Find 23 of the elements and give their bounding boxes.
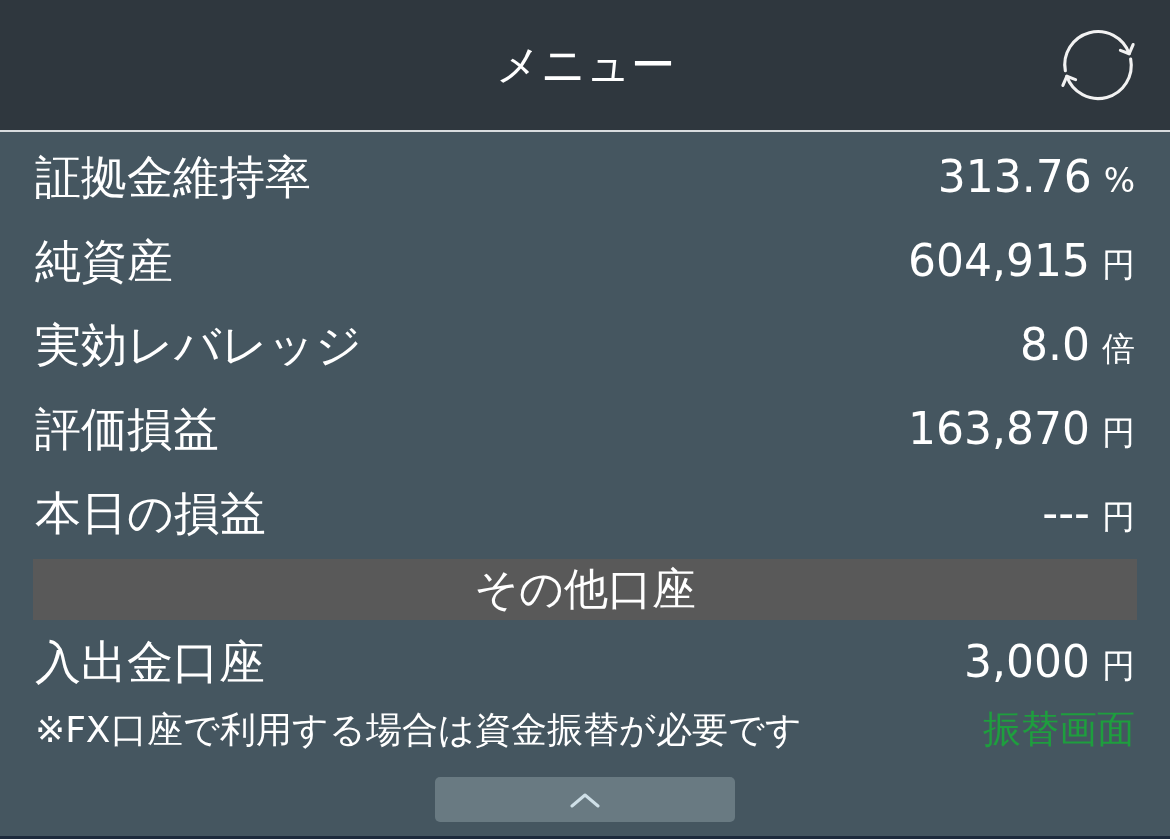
metric-value: 3,000 — [964, 636, 1090, 688]
transfer-link[interactable]: 振替画面 — [983, 707, 1135, 753]
metric-unit: 円 — [1102, 646, 1135, 685]
note-text: ※FX口座で利用する場合は資金振替が必要です — [35, 708, 802, 752]
metric-unit: 倍 — [1102, 329, 1135, 368]
metric-unit: % — [1103, 161, 1135, 200]
metric-value: 8.0 — [1020, 319, 1090, 371]
metric-value: --- — [1042, 487, 1090, 539]
metric-label: 純資産 — [35, 234, 173, 288]
metric-value: 313.76 — [937, 151, 1092, 203]
metric-label: 入出金口座 — [35, 635, 265, 689]
metric-label: 実効レバレッジ — [35, 318, 362, 372]
metric-value: 604,915 — [908, 235, 1090, 287]
metric-label: 証拠金維持率 — [35, 150, 311, 204]
section-header: その他口座 — [33, 559, 1137, 620]
chevron-up-icon — [570, 791, 600, 808]
metric-value: 163,870 — [908, 403, 1090, 455]
metric-unit: 円 — [1102, 245, 1135, 284]
metric-label: 本日の損益 — [35, 486, 266, 540]
metric-label: 評価損益 — [35, 402, 219, 456]
screen-title: メニュー — [495, 38, 675, 92]
metric-unit: 円 — [1102, 413, 1135, 452]
metric-unit: 円 — [1102, 497, 1135, 536]
